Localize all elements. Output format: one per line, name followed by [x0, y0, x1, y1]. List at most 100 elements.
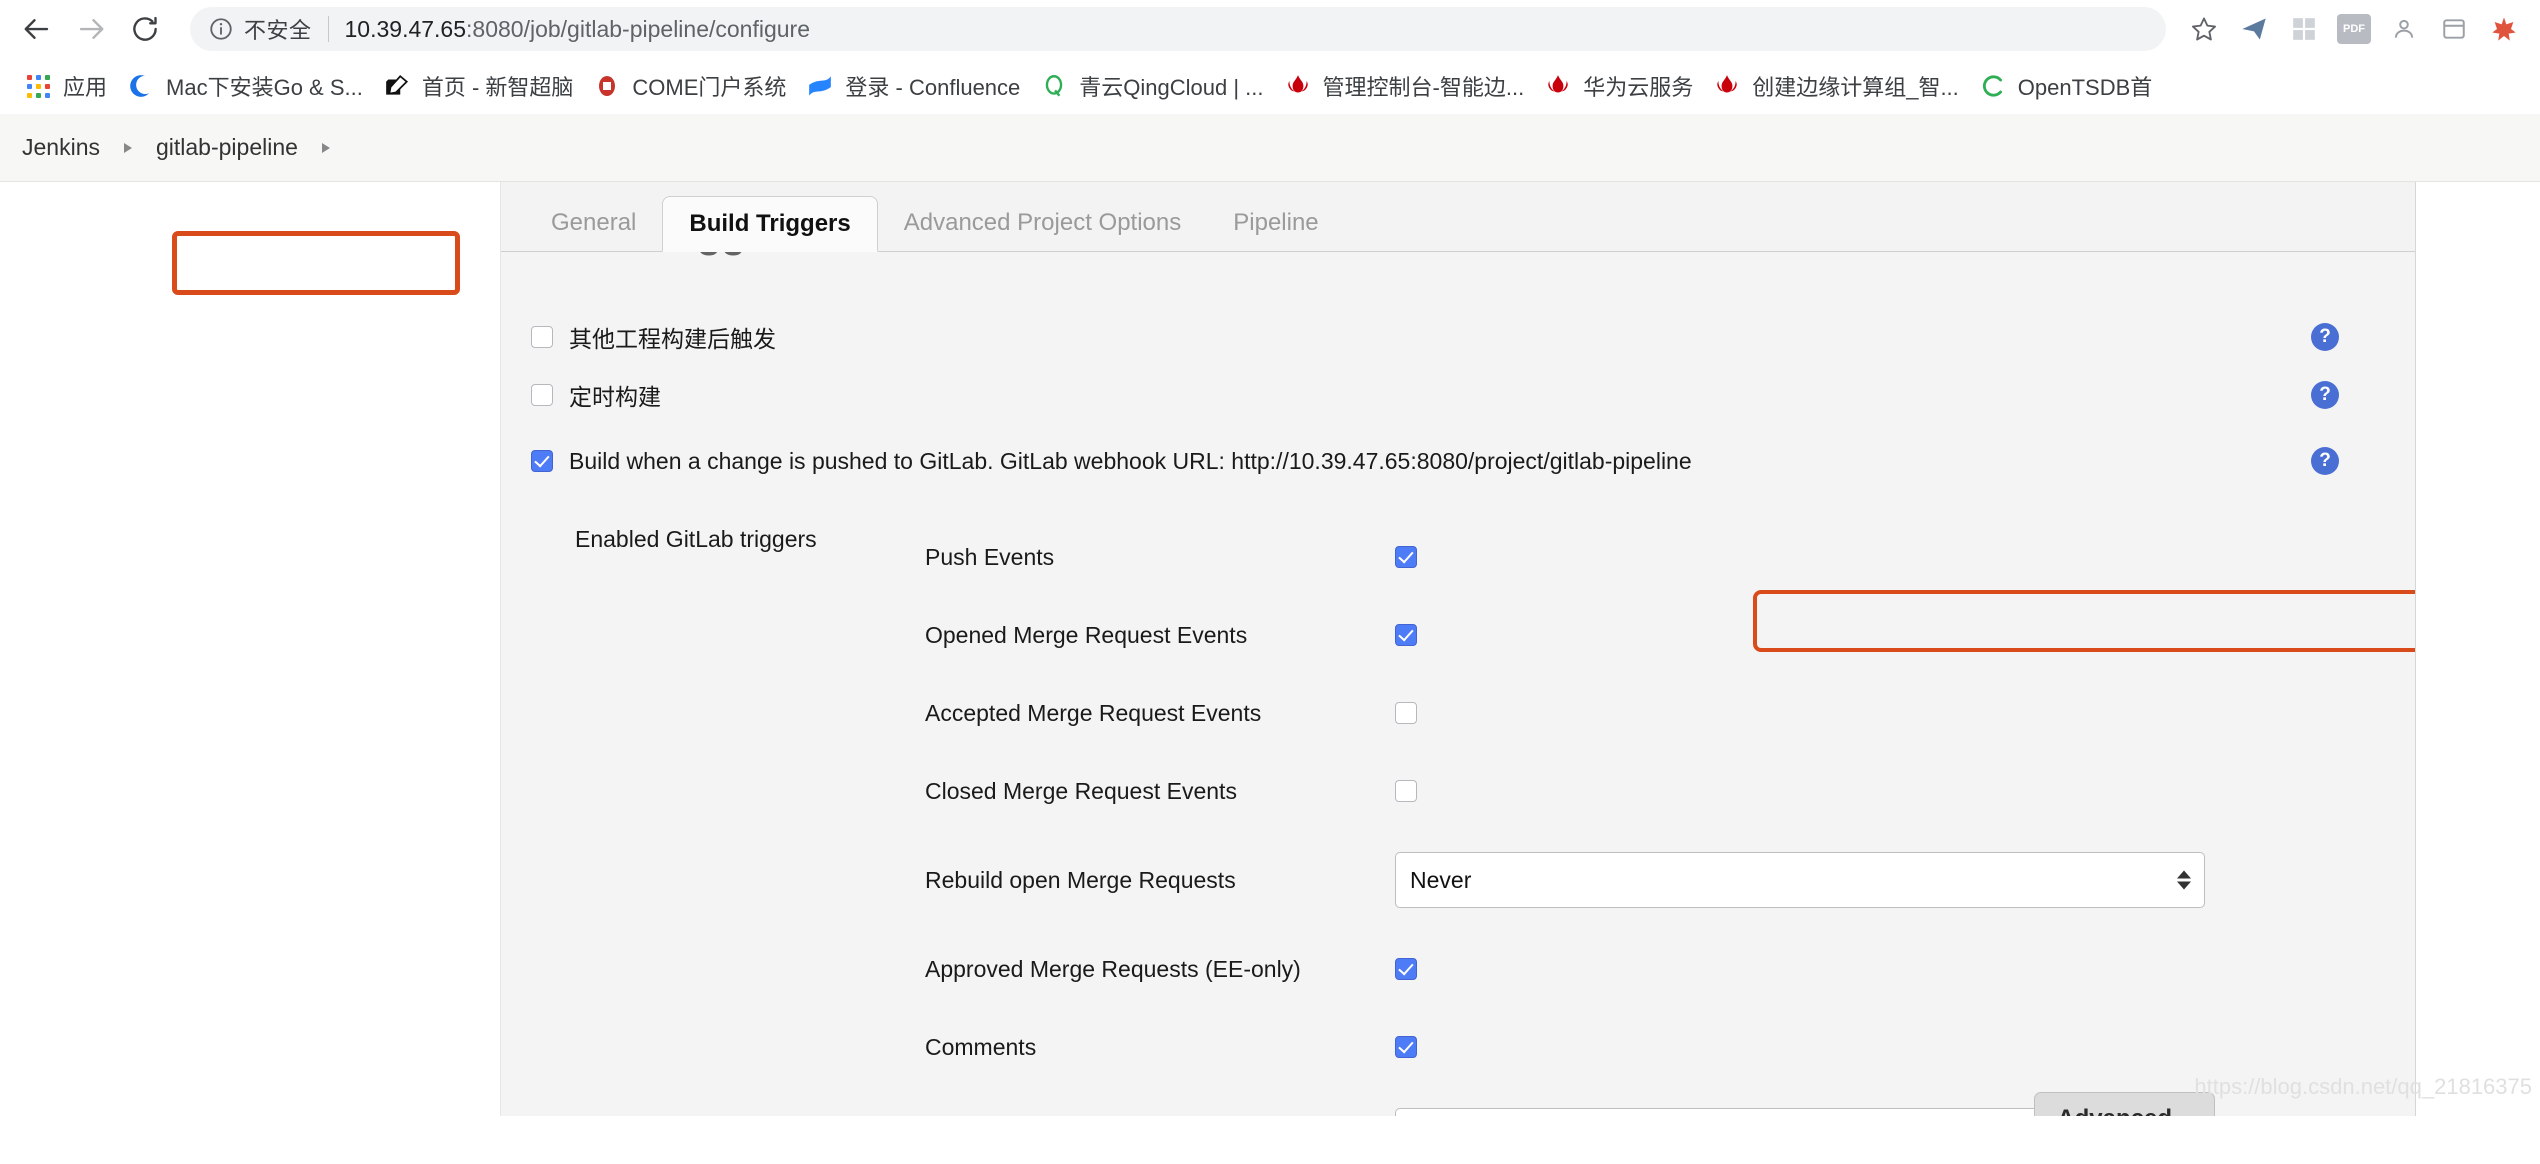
trigger-control-accepted-mr[interactable]	[1395, 674, 2397, 752]
bookmark-console[interactable]: 管理控制台-智能边...	[1274, 65, 1535, 107]
checkbox-closed-merge-request-events[interactable]	[1395, 780, 1417, 802]
checkbox-other-projects[interactable]	[531, 326, 553, 348]
address-bar[interactable]: 不安全 10.39.47.65:8080/job/gitlab-pipeline…	[190, 7, 2166, 51]
bookmark-edge-group[interactable]: 创建边缘计算组_智...	[1703, 65, 1969, 107]
back-button[interactable]	[14, 6, 60, 52]
config-tab-strip: General Build Triggers Advanced Project …	[501, 182, 2415, 252]
breadcrumb-item-jenkins[interactable]: Jenkins	[16, 128, 106, 167]
bookmark-label: 首页 - 新智超脑	[421, 75, 574, 100]
browser-toolbar: 不安全 10.39.47.65:8080/job/gitlab-pipeline…	[0, 0, 2540, 58]
bookmark-label: 管理控制台-智能边...	[1322, 75, 1525, 100]
rebuild-open-merge-requests-select[interactable]: Never	[1395, 852, 2205, 908]
apps-grid-icon	[24, 72, 52, 100]
breadcrumb: Jenkins gitlab-pipeline	[0, 114, 2540, 182]
side-gutter	[0, 182, 500, 1116]
tab-pipeline[interactable]: Pipeline	[1207, 195, 1344, 251]
huawei-icon	[1544, 72, 1572, 100]
bookmark-mac-go[interactable]: Mac下安装Go & S...	[117, 65, 373, 107]
trigger-row-gitlab-webhook[interactable]: Build when a change is pushed to GitLab.…	[525, 432, 2397, 490]
bookmark-star-icon[interactable]	[2182, 7, 2226, 51]
enabled-gitlab-triggers-label: Enabled GitLab triggers	[575, 526, 817, 552]
bookmarks-bar: 应用 Mac下安装Go & S... 首页 - 新智超脑 COME门户系统 登录…	[0, 58, 2540, 114]
advanced-row: Advanced...	[2034, 1092, 2215, 1116]
trigger-label: Build when a change is pushed to GitLab.…	[569, 447, 1692, 474]
extension-paper-plane-icon[interactable]	[2232, 7, 2276, 51]
help-icon[interactable]: ?	[2311, 323, 2339, 351]
huawei-icon	[1284, 72, 1312, 100]
tab-general[interactable]: General	[525, 195, 662, 251]
trigger-control-opened-mr[interactable]	[1395, 596, 2397, 674]
right-rail	[2416, 182, 2540, 1116]
blue-moon-icon	[127, 72, 155, 100]
extension-person-icon[interactable]	[2382, 7, 2426, 51]
jenkins-page: Jenkins gitlab-pipeline Build Triggers G…	[0, 114, 2540, 1116]
omnibox-divider	[327, 16, 329, 42]
checkbox-opened-merge-request-events[interactable]	[1395, 624, 1417, 646]
opentsdb-icon	[1979, 72, 2007, 100]
trigger-control-push-events[interactable]	[1395, 518, 2397, 596]
extension-puzzle-icon[interactable]	[2482, 7, 2526, 51]
bookmark-come[interactable]: COME门户系统	[583, 65, 796, 107]
build-triggers-form: 其他工程构建后触发 ? 定时构建 ? Build when a change i…	[501, 252, 2415, 1116]
reload-button[interactable]	[122, 6, 168, 52]
bookmark-label: 应用	[63, 75, 108, 100]
watermark: https://blog.csdn.net/qq_21816375	[2194, 1074, 2532, 1099]
tab-build-triggers[interactable]: Build Triggers	[662, 196, 878, 252]
bookmark-apps[interactable]: 应用	[14, 65, 117, 107]
checkbox-gitlab-webhook[interactable]	[531, 450, 553, 472]
checkbox-approved-merge-requests[interactable]	[1395, 958, 1417, 980]
trigger-name-rebuild-open-mr: Rebuild open Merge Requests	[925, 866, 1236, 893]
help-icon[interactable]: ?	[2311, 447, 2339, 475]
form-inner: 其他工程构建后触发 ? 定时构建 ? Build when a change i…	[525, 308, 2397, 1116]
checkbox-accepted-merge-request-events[interactable]	[1395, 702, 1417, 724]
trigger-control-closed-mr[interactable]	[1395, 752, 2397, 830]
bookmark-label: Mac下安装Go & S...	[166, 75, 363, 100]
bookmark-label: 华为云服务	[1583, 75, 1694, 100]
extension-grid-icon[interactable]	[2282, 7, 2326, 51]
trigger-label: 其他工程构建后触发	[569, 326, 776, 352]
advanced-button[interactable]: Advanced...	[2034, 1092, 2215, 1116]
bookmark-label: 登录 - Confluence	[845, 75, 1021, 100]
trigger-name-comment-regex: Comment (regex) for triggering a build	[925, 1086, 1395, 1116]
bookmark-label: COME门户系统	[632, 75, 787, 100]
pencil-note-icon	[383, 72, 411, 100]
trigger-label: 定时构建	[569, 384, 661, 410]
trigger-row-scheduled-build[interactable]: 定时构建 ?	[525, 366, 2397, 424]
bookmark-label: 创建边缘计算组_智...	[1752, 75, 1959, 100]
checkbox-push-events[interactable]	[1395, 546, 1417, 568]
help-icon[interactable]: ?	[2311, 381, 2339, 409]
trigger-name-push-events: Push Events	[925, 543, 1055, 570]
content-wrapper: Build Triggers General Build Triggers Ad…	[0, 182, 2540, 1116]
trigger-control-approved-mr[interactable]	[1395, 930, 2397, 1008]
bookmark-label: OpenTSDB首	[2017, 75, 2153, 100]
bookmark-xinzhi[interactable]: 首页 - 新智超脑	[373, 65, 584, 107]
trigger-control-rebuild-open-mr[interactable]: Never	[1395, 830, 2397, 930]
trigger-name-approved-mr: Approved Merge Requests (EE-only)	[925, 955, 1301, 982]
bookmark-qingcloud[interactable]: 青云QingCloud | ...	[1030, 65, 1273, 107]
qingcloud-icon	[1040, 72, 1068, 100]
site-info-icon[interactable]	[208, 16, 234, 42]
breadcrumb-item-gitlab-pipeline[interactable]: gitlab-pipeline	[150, 128, 304, 167]
extension-pdf-icon[interactable]: PDF	[2332, 7, 2376, 51]
tab-advanced-project-options[interactable]: Advanced Project Options	[878, 195, 1208, 251]
trigger-row-other-projects[interactable]: 其他工程构建后触发 ?	[525, 308, 2397, 366]
main-panel: Build Triggers General Build Triggers Ad…	[500, 182, 2416, 1116]
address-bar-url: 10.39.47.65:8080/job/gitlab-pipeline/con…	[345, 16, 810, 43]
url-host: 10.39.47.65	[344, 15, 467, 42]
browser-chrome: 不安全 10.39.47.65:8080/job/gitlab-pipeline…	[0, 0, 2540, 114]
breadcrumb-chevron-icon	[106, 141, 150, 155]
trigger-name-comments: Comments	[925, 1033, 1037, 1060]
security-label: 不安全	[244, 18, 312, 43]
forward-button[interactable]	[68, 6, 114, 52]
checkbox-scheduled-build[interactable]	[531, 384, 553, 406]
bookmark-opentsdb[interactable]: OpenTSDB首	[1969, 65, 2163, 107]
rebuild-open-mr-select-wrap[interactable]: Never	[1395, 852, 2205, 908]
checkbox-comments[interactable]	[1395, 1036, 1417, 1058]
red-badge-icon	[593, 72, 621, 100]
bookmark-huaweicloud[interactable]: 华为云服务	[1534, 65, 1703, 107]
breadcrumb-chevron-icon	[304, 141, 348, 155]
extension-window-icon[interactable]	[2432, 7, 2476, 51]
bookmark-confluence[interactable]: 登录 - Confluence	[796, 65, 1030, 107]
confluence-icon	[806, 72, 834, 100]
trigger-name-accepted-mr: Accepted Merge Request Events	[925, 699, 1262, 726]
